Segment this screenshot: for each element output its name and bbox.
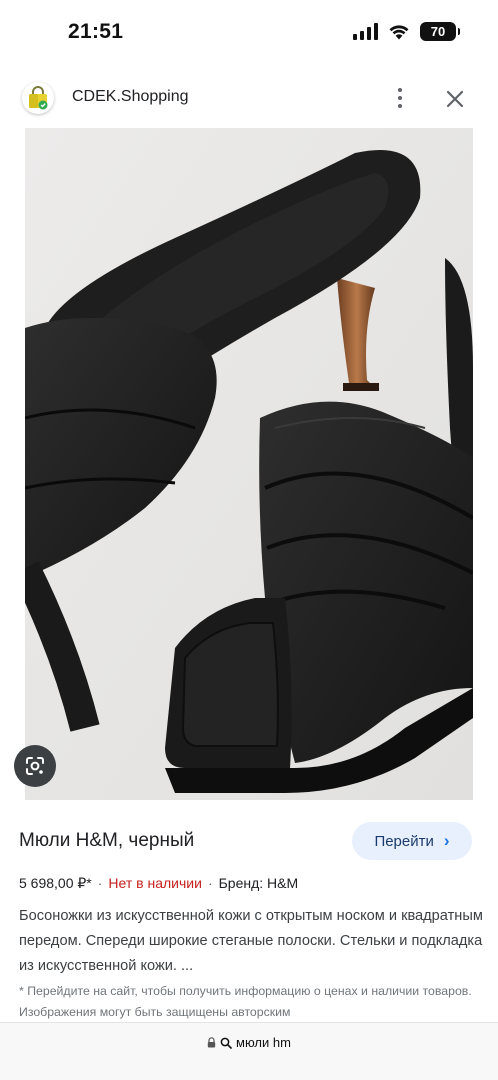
url-content: мюли hm — [0, 1035, 498, 1050]
app-title: CDEK.Shopping — [72, 88, 189, 105]
google-lens-icon[interactable] — [14, 745, 56, 787]
product-meta: 5 698,00 ₽* · Нет в наличии · Бренд: H&M — [19, 875, 298, 892]
battery-level: 70 — [430, 24, 446, 39]
stock-status: Нет в наличии — [108, 875, 202, 891]
product-description: Босоножки из искусственной кожи с открыт… — [19, 908, 483, 974]
more-vert-icon[interactable] — [388, 84, 412, 112]
url-bar[interactable]: мюли hm — [0, 1022, 498, 1080]
signal-icon — [353, 23, 378, 40]
status-time: 21:51 — [68, 20, 124, 43]
price-disclaimer: * Перейдите на сайт, чтобы получить инфо… — [19, 984, 472, 1019]
product-title: Мюли H&M, черный — [19, 830, 195, 851]
battery-icon: 70 — [420, 22, 460, 41]
lock-icon — [207, 1037, 216, 1048]
product-image[interactable] — [25, 128, 473, 800]
chevron-right-icon: › — [443, 831, 450, 850]
product-price: 5 698,00 ₽* — [19, 875, 92, 891]
status-bar: 21:51 70 — [0, 0, 498, 70]
search-icon — [220, 1037, 232, 1049]
meta-separator: · — [97, 875, 103, 891]
wifi-icon — [388, 23, 410, 40]
meta-separator: · — [207, 875, 213, 891]
status-icons: 70 — [353, 22, 460, 41]
url-text: мюли hm — [236, 1035, 291, 1050]
cdek-shopping-logo-icon — [22, 82, 54, 114]
goto-button-label: Перейти — [374, 832, 434, 850]
goto-button[interactable]: Перейти › — [352, 822, 472, 860]
product-brand: Бренд: H&M — [218, 875, 299, 891]
app-header: CDEK.Shopping — [0, 70, 498, 128]
close-icon[interactable] — [442, 86, 468, 112]
